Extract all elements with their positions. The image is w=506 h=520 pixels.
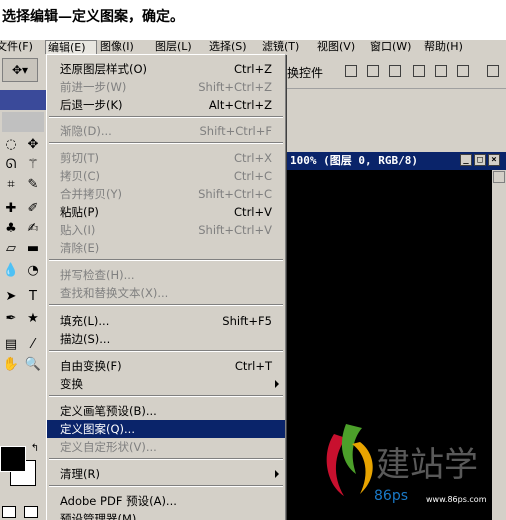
brush-icon[interactable]: ✐: [24, 200, 42, 218]
menu-separator: [49, 116, 283, 118]
menu-separator: [49, 259, 283, 261]
align-bottom-icon[interactable]: [386, 63, 404, 79]
menu-edit[interactable]: 编辑(E): [45, 40, 97, 54]
move-icon[interactable]: ✥: [24, 136, 42, 154]
submenu-arrow-icon: [275, 380, 279, 388]
menu-separator: [49, 304, 283, 306]
document-window: 100% (图层 0, RGB/8) _ □ × 建站学 86ps www.86…: [286, 152, 506, 520]
caption-text: 选择编辑—定义图案，确定。: [2, 9, 184, 25]
shape-icon[interactable]: ★: [24, 310, 42, 328]
magic-wand-icon[interactable]: ⚚: [24, 156, 42, 174]
foreground-color-swatch[interactable]: [0, 446, 26, 472]
blur-icon[interactable]: 💧: [2, 262, 20, 280]
menu-item-paste-into: 贴入(I) Shift+Ctrl+V: [60, 223, 272, 237]
menu-image[interactable]: 图像(I): [100, 40, 134, 54]
toolbox: ◌ ✥ ᘏ ⚚ ⌗ ✎ ✚ ✐ ♣ ✍ ▱ ▬ 💧 ◔ ➤ T ✒ ★ ▤ ⁄ …: [0, 88, 46, 520]
close-icon[interactable]: ×: [488, 154, 500, 166]
menu-item-fill[interactable]: 填充(L)... Shift+F5: [47, 312, 285, 330]
menu-file[interactable]: 文件(F): [0, 40, 33, 54]
watermark-text: 86ps: [374, 488, 408, 504]
move-tool-preset-picker[interactable]: ✥▾: [2, 58, 38, 82]
menu-item-transform[interactable]: 变换: [47, 375, 285, 393]
edit-menu-dropdown: 还原图层样式(O) Ctrl+Z 前进一步(W) Shift+Ctrl+Z 后退一步…: [46, 54, 286, 520]
align-right-icon[interactable]: [454, 63, 472, 79]
minimize-icon[interactable]: _: [460, 154, 472, 166]
swap-colors-icon[interactable]: ↰: [26, 440, 44, 458]
document-title-bar: 100% (图层 0, RGB/8) _ □ ×: [286, 152, 506, 170]
eyedropper-icon[interactable]: ⁄: [24, 336, 42, 354]
menu-item-stroke[interactable]: 描边(S)...: [47, 330, 285, 348]
distribute-top-icon[interactable]: [484, 63, 502, 79]
menu-item-define-brush[interactable]: 定义画笔预设(B)...: [47, 402, 285, 420]
instruction-caption: 选择编辑—定义图案，确定。: [0, 0, 506, 40]
adobe-feather-icon: [2, 112, 44, 132]
menu-separator: [49, 350, 283, 352]
menu-item-preset-manager[interactable]: 预设管理器(M)...: [47, 510, 285, 520]
menu-item-undo-layer-style[interactable]: 还原图层样式(O) Ctrl+Z: [47, 60, 285, 78]
dodge-icon[interactable]: ◔: [24, 262, 42, 280]
menu-separator: [49, 395, 283, 397]
menu-help[interactable]: 帮助(H): [424, 40, 463, 54]
menu-window[interactable]: 窗口(W): [370, 40, 411, 54]
menu-filter[interactable]: 滤镜(T): [262, 40, 299, 54]
gradient-icon[interactable]: ▬: [24, 240, 42, 258]
align-top-icon[interactable]: [342, 63, 360, 79]
menu-item-free-transform[interactable]: 自由变换(F) Ctrl+T: [47, 357, 285, 375]
menu-item-clear: 清除(E): [60, 241, 100, 255]
lasso-icon[interactable]: ᘏ: [2, 156, 20, 174]
menu-item-check-spelling: 拼写检查(H)...: [60, 268, 135, 282]
menu-item-fade: 渐隐(D)... Shift+Ctrl+F: [60, 124, 272, 138]
transform-controls-label: 换控件: [287, 66, 324, 80]
menu-item-step-forward: 前进一步(W) Shift+Ctrl+Z: [60, 80, 272, 94]
path-select-icon[interactable]: ➤: [2, 288, 20, 306]
scroll-up-icon[interactable]: [493, 171, 505, 183]
marquee-icon[interactable]: ◌: [2, 136, 20, 154]
menu-separator: [49, 458, 283, 460]
menu-separator: [49, 142, 283, 144]
heal-icon[interactable]: ✚: [2, 200, 20, 218]
menu-item-cut: 剪切(T) Ctrl+X: [60, 151, 272, 165]
menu-item-paste[interactable]: 粘贴(P) Ctrl+V: [47, 203, 285, 221]
quick-mask-icon[interactable]: [24, 506, 38, 518]
align-left-icon[interactable]: [410, 63, 428, 79]
move-icon: ✥▾: [11, 63, 29, 77]
menu-item-step-backward[interactable]: 后退一步(K) Alt+Ctrl+Z: [47, 96, 285, 114]
slice-icon[interactable]: ✎: [24, 176, 42, 194]
stamp-icon[interactable]: ♣: [2, 220, 20, 238]
crop-icon[interactable]: ⌗: [2, 176, 20, 194]
watermark-chars: 建站学: [376, 445, 478, 485]
eraser-icon[interactable]: ▱: [2, 240, 20, 258]
menu-view[interactable]: 视图(V): [317, 40, 355, 54]
notes-icon[interactable]: ▤: [2, 336, 20, 354]
submenu-arrow-icon: [275, 470, 279, 478]
pen-icon[interactable]: ✒: [2, 310, 20, 328]
menu-separator: [49, 485, 283, 487]
align-vcenter-icon[interactable]: [364, 63, 382, 79]
hand-icon[interactable]: ✋: [2, 356, 20, 374]
menu-layer[interactable]: 图层(L): [155, 40, 192, 54]
zoom-icon[interactable]: 🔍: [24, 356, 42, 374]
standard-mode-icon[interactable]: [2, 506, 16, 518]
history-brush-icon[interactable]: ✍: [24, 220, 42, 238]
document-title: 100% (图层 0, RGB/8): [290, 154, 418, 167]
menu-item-copy: 拷贝(C) Ctrl+C: [60, 169, 272, 183]
menu-item-define-custom-shape: 定义自定形状(V)...: [60, 440, 157, 454]
menu-item-purge[interactable]: 清理(R): [47, 465, 285, 483]
toolbox-header: [0, 90, 46, 110]
menu-select[interactable]: 选择(S): [209, 40, 247, 54]
menu-item-copy-merged: 合并拷贝(Y) Shift+Ctrl+C: [60, 187, 272, 201]
maximize-icon[interactable]: □: [474, 154, 486, 166]
photoshop-window: 文件(F) 编辑(E) 图像(I) 图层(L) 选择(S) 滤镜(T) 视图(V…: [0, 40, 506, 520]
menu-item-define-pattern[interactable]: 定义图案(Q)...: [47, 420, 285, 438]
menu-bar: 文件(F) 编辑(E) 图像(I) 图层(L) 选择(S) 滤镜(T) 视图(V…: [0, 40, 506, 54]
watermark-url: www.86ps.com: [426, 495, 487, 504]
menu-item-find-replace: 查找和替换文本(X)...: [60, 286, 169, 300]
watermark-logo: 建站学 86ps www.86ps.com: [326, 424, 487, 504]
type-icon[interactable]: T: [24, 288, 42, 306]
menu-item-pdf-presets[interactable]: Adobe PDF 预设(A)...: [47, 492, 285, 510]
align-hcenter-icon[interactable]: [432, 63, 450, 79]
